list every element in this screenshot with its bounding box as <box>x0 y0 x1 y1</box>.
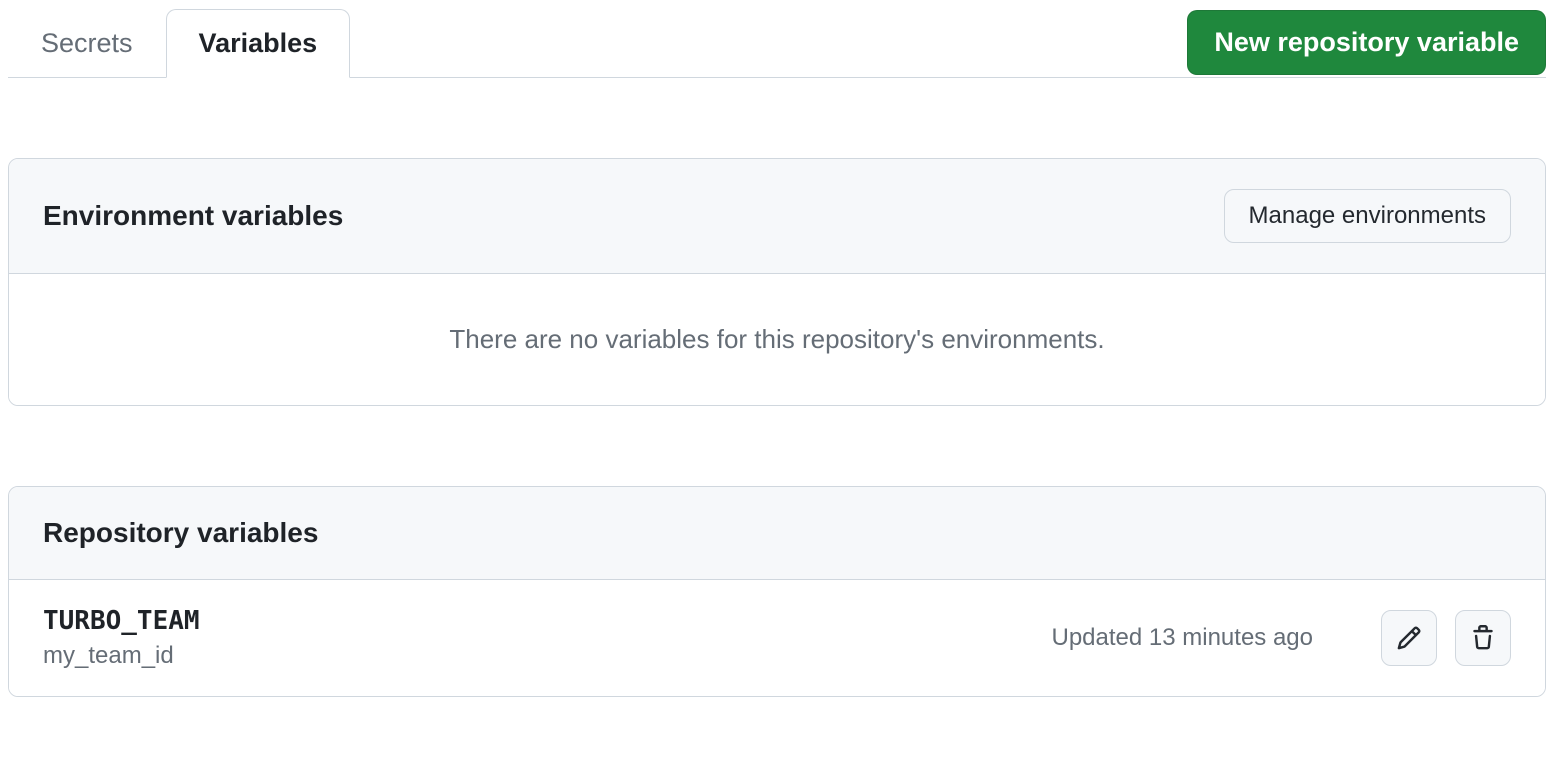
variable-updated: Updated 13 minutes ago <box>1051 624 1313 652</box>
delete-variable-button[interactable] <box>1455 610 1511 666</box>
environment-variables-panel: Environment variables Manage environment… <box>8 158 1546 406</box>
variable-name: TURBO_TEAM <box>43 606 200 636</box>
repository-variables-title: Repository variables <box>43 517 318 549</box>
trash-icon <box>1470 625 1496 651</box>
repository-variables-panel: Repository variables TURBO_TEAM my_team_… <box>8 486 1546 697</box>
header-row: Secrets Variables New repository variabl… <box>8 8 1546 78</box>
tab-variables[interactable]: Variables <box>166 9 351 78</box>
pencil-icon <box>1396 625 1422 651</box>
environment-empty-message: There are no variables for this reposito… <box>9 274 1545 405</box>
tab-secrets[interactable]: Secrets <box>8 9 166 78</box>
variable-row: TURBO_TEAM my_team_id Updated 13 minutes… <box>9 579 1545 696</box>
variable-value: my_team_id <box>43 642 200 670</box>
repository-variables-header: Repository variables <box>9 487 1545 579</box>
edit-variable-button[interactable] <box>1381 610 1437 666</box>
tabs: Secrets Variables <box>8 8 350 77</box>
new-repository-variable-button[interactable]: New repository variable <box>1187 10 1546 75</box>
manage-environments-button[interactable]: Manage environments <box>1224 189 1511 243</box>
environment-variables-title: Environment variables <box>43 200 343 232</box>
environment-variables-header: Environment variables Manage environment… <box>9 159 1545 274</box>
